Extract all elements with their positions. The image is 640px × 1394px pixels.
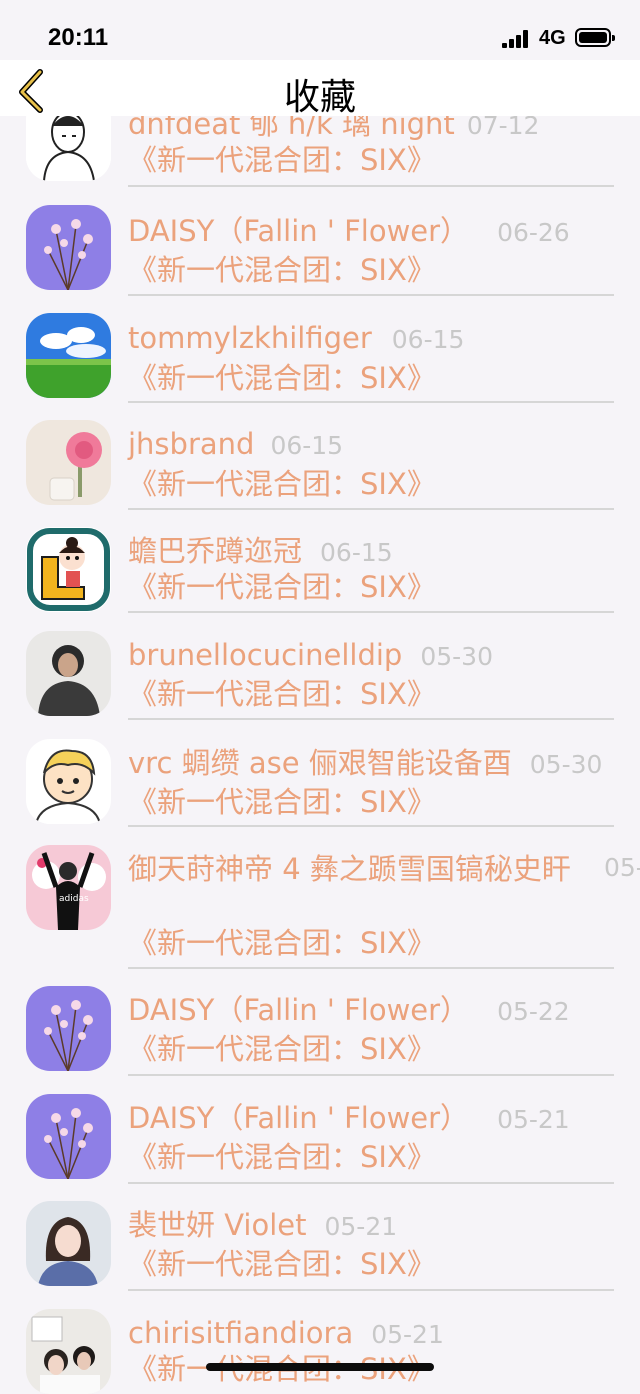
status-time: 20:11: [48, 24, 109, 51]
item-subtitle: 《新一代混合团：SIX》: [128, 361, 436, 395]
item-date: 05-30: [529, 750, 603, 779]
divider: [128, 611, 614, 613]
favorites-list: dnfdeat 郇 h/k 璃 night 07-12 《新一代混合团：SIX》 …: [0, 0, 640, 1394]
list-item[interactable]: tommylzkhilfiger 06-15 《新一代混合团：SIX》: [0, 313, 640, 408]
cellular-signal-icon: [502, 30, 532, 48]
divider: [128, 294, 614, 296]
list-item[interactable]: chirisitfiandiora05-21 《新一代混合团：SIX》: [0, 1309, 640, 1394]
pink-flower-vase-avatar: [26, 420, 111, 505]
item-date: 06-15: [391, 325, 465, 354]
item-name: DAISY（Fallin ' Flower）: [128, 993, 470, 1027]
battery-icon: [575, 28, 615, 47]
item-subtitle: 《新一代混合团：SIX》: [128, 570, 436, 604]
item-name: 裴世妍 Violet: [128, 1208, 307, 1242]
item-date: 05-2: [604, 853, 640, 882]
daisy-flower-avatar: [26, 986, 111, 1071]
list-item[interactable]: DAISY（Fallin ' Flower） 05-21 《新一代混合团：SIX》: [0, 1094, 640, 1189]
item-date: 05-21: [324, 1212, 398, 1241]
item-name: DAISY（Fallin ' Flower）: [128, 214, 470, 248]
girl-photo-avatar: [26, 1201, 111, 1286]
item-subtitle: 《新一代混合团：SIX》: [128, 253, 436, 287]
item-date: 06-26: [497, 218, 570, 247]
list-item[interactable]: adidas 御天莳神帝 4 彝之踬雪国镐秘史盰 05-2 《新一代混合团：SI…: [0, 845, 640, 970]
item-name: chirisitfiandiora: [128, 1316, 354, 1350]
item-date: 06-15: [320, 538, 393, 567]
divider: [128, 401, 614, 403]
status-bar: 20:11 4G: [0, 0, 640, 60]
svg-text:adidas: adidas: [59, 894, 89, 904]
list-item[interactable]: vrc 蜩缵 ase 俪艰智能设备酉 05-30 《新一代混合团：SIX》: [0, 739, 640, 834]
item-date: 05-21: [371, 1320, 444, 1349]
couple-photo-avatar: [26, 1309, 111, 1394]
item-subtitle: 《新一代混合团：SIX》: [128, 467, 436, 501]
list-item[interactable]: brunellocucinelldip 05-30 《新一代混合团：SIX》: [0, 631, 640, 726]
list-item[interactable]: jhsbrand 06-15 《新一代混合团：SIX》: [0, 420, 640, 515]
cartoon-boy-avatar: [26, 739, 111, 824]
item-subtitle: 《新一代混合团：SIX》: [128, 1247, 436, 1281]
divider: [128, 1074, 614, 1076]
item-subtitle: 《新一代混合团：SIX》: [128, 785, 436, 819]
navigation-bar: 收藏: [0, 60, 640, 118]
divider: [128, 1289, 614, 1291]
item-subtitle: 《新一代混合团：SIX》: [128, 677, 436, 711]
item-subtitle: 《新一代混合团：SIX》: [128, 1032, 436, 1066]
item-name: tommylzkhilfiger: [128, 321, 372, 355]
list-item[interactable]: DAISY（Fallin ' Flower） 05-22 《新一代混合团：SIX》: [0, 986, 640, 1081]
page-title: 收藏: [283, 77, 356, 118]
item-name: 蟾巴乔蹲迩冠: [128, 534, 303, 568]
divider: [128, 718, 614, 720]
item-name: vrc 蜩缵 ase 俪艰智能设备酉: [128, 746, 512, 780]
item-name: 御天莳神帝 4 彝之踬雪国镐秘史盰: [128, 852, 571, 886]
list-item[interactable]: 蟾巴乔蹲迩冠 06-15 《新一代混合团：SIX》: [0, 527, 640, 622]
item-name: brunellocucinelldip: [128, 638, 403, 672]
daisy-flower-avatar: [26, 205, 111, 290]
divider: [128, 825, 614, 827]
home-indicator[interactable]: [206, 1363, 434, 1371]
list-item[interactable]: DAISY（Fallin ' Flower） 06-26 《新一代混合团：SIX》: [0, 205, 640, 300]
person-photo-avatar: [26, 631, 111, 716]
item-subtitle: 《新一代混合团：SIX》: [128, 143, 436, 177]
item-subtitle: 《新一代混合团：SIX》: [128, 926, 436, 960]
divider: [128, 508, 614, 510]
divider: [128, 1182, 614, 1184]
divider: [128, 185, 614, 187]
network-type: 4G: [539, 27, 566, 49]
sky-field-avatar: [26, 313, 111, 398]
item-date: 05-22: [497, 997, 570, 1026]
divider: [128, 967, 614, 969]
item-name: DAISY（Fallin ' Flower）: [128, 1101, 470, 1135]
item-date: 06-15: [270, 431, 344, 460]
daisy-flower-avatar: [26, 1094, 111, 1179]
item-date: 05-21: [497, 1105, 570, 1134]
item-date: 05-30: [420, 642, 493, 671]
hello-kitty-avatar: adidas: [26, 845, 111, 930]
item-subtitle: 《新一代混合团：SIX》: [128, 1140, 436, 1174]
cartoon-girl-avatar: [26, 527, 111, 612]
list-item[interactable]: 裴世妍 Violet 05-21 《新一代混合团：SIX》: [0, 1201, 640, 1296]
item-name: jhsbrand: [128, 427, 255, 461]
